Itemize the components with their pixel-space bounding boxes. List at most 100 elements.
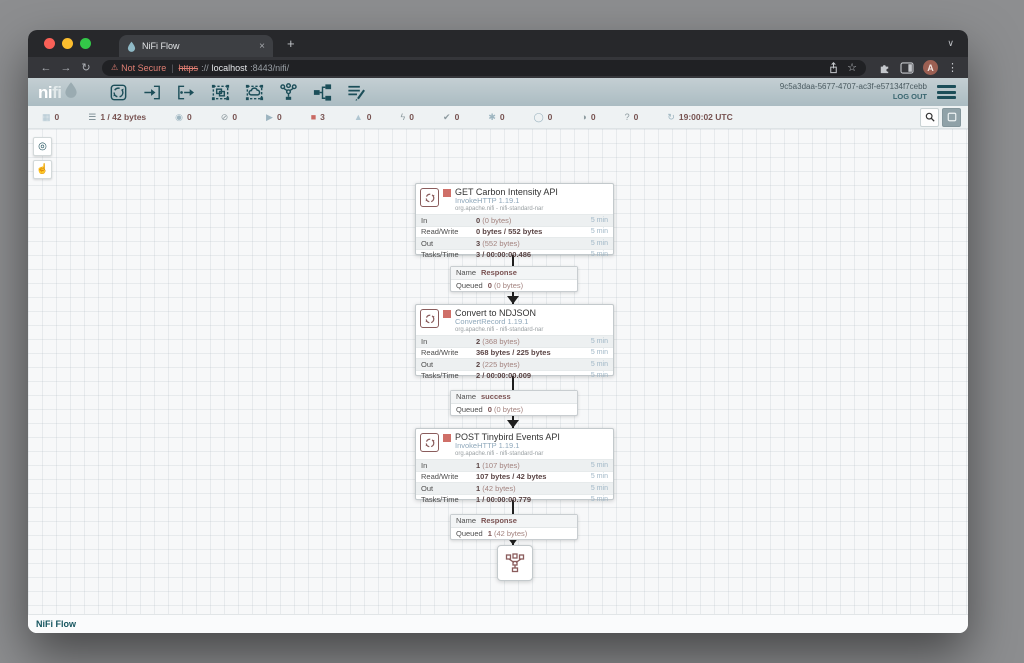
output-port-tool-icon[interactable]	[176, 81, 198, 103]
stat-window: 5 min	[591, 217, 608, 224]
maximize-window-button[interactable]	[80, 38, 91, 49]
desktop: NiFi Flow × + ∨ ← → ↻ ⚠ Not Secure | htt…	[0, 0, 1024, 663]
connection-name: Response	[481, 516, 517, 525]
funnel-icon	[504, 552, 526, 574]
stat-value: 2 / 00:00:00.009	[476, 371, 531, 380]
session-info: 9c5a3daa-5677-4707-ac3f-e57134f7cebb LOG…	[780, 82, 927, 101]
stat-row-read-write: Read/Write0 bytes / 552 bytes5 min	[416, 226, 613, 238]
transmitting-count: 0	[187, 112, 192, 122]
queued-icon: ☰	[88, 113, 96, 122]
transmitting-icon: ◉	[175, 113, 183, 122]
close-window-button[interactable]	[44, 38, 55, 49]
address-bar[interactable]: ⚠ Not Secure | https://localhost:8443/ni…	[102, 60, 866, 76]
processor-bundle: org.apache.nifi - nifi-standard-nar	[455, 327, 609, 334]
minimize-window-button[interactable]	[62, 38, 73, 49]
stale-icon: ◯	[534, 113, 544, 122]
status-locally-modified: ✱0	[488, 112, 504, 122]
url-host: localhost	[212, 63, 248, 73]
connection-name: success	[481, 392, 511, 401]
status-queued: ☰1 / 42 bytes	[88, 112, 146, 122]
arrowhead-icon	[507, 420, 519, 428]
status-active-threads: ▦0	[42, 112, 59, 122]
connection-label-success[interactable]: Namesuccess Queued0 (0 bytes)	[450, 390, 578, 416]
stat-detail: (368 bytes)	[480, 337, 520, 346]
stat-label: Tasks/Time	[421, 371, 476, 380]
stat-row-tasks: Tasks/Time2 / 00:00:00.009 5 min	[416, 370, 613, 382]
process-group-tool-icon[interactable]	[210, 81, 232, 103]
stat-detail: (552 bytes)	[480, 239, 520, 248]
stat-value: 107 bytes / 42 bytes	[476, 472, 546, 481]
processor-get-carbon-intensity-api[interactable]: GET Carbon Intensity API InvokeHTTP 1.19…	[415, 183, 614, 255]
status-transmitting: ◉0	[175, 112, 192, 122]
stat-row-out: Out2 (225 bytes)5 min	[416, 358, 613, 370]
stopped-indicator-icon	[443, 434, 451, 442]
stat-window: 5 min	[591, 496, 608, 503]
global-menu-icon[interactable]	[937, 85, 956, 99]
stat-detail: (42 bytes)	[480, 484, 515, 493]
queued-size: (0 bytes)	[492, 281, 523, 290]
browser-window: NiFi Flow × + ∨ ← → ↻ ⚠ Not Secure | htt…	[28, 30, 968, 633]
tab-search-chevron-icon[interactable]: ∨	[947, 38, 954, 49]
funnel-tool-icon[interactable]	[278, 81, 300, 103]
browser-tab[interactable]: NiFi Flow ×	[119, 35, 273, 57]
connection-label-response-1[interactable]: NameResponse Queued0 (0 bytes)	[450, 266, 578, 292]
refresh-icon[interactable]: ↻	[667, 113, 675, 122]
not-transmitting-count: 0	[232, 112, 237, 122]
connection-queued-key: Queued	[456, 281, 483, 290]
input-port-tool-icon[interactable]	[142, 81, 164, 103]
active-threads-count: 0	[55, 112, 60, 122]
stat-window: 5 min	[591, 228, 608, 235]
panel-icon	[947, 112, 957, 122]
stat-value: 1 / 00:00:00.779	[476, 495, 531, 504]
connection-name-key: Name	[456, 392, 476, 401]
stat-label: In	[421, 337, 476, 346]
bookmark-star-icon[interactable]: ☆	[847, 61, 857, 74]
stat-window: 5 min	[591, 372, 608, 379]
up-to-date-count: 0	[455, 112, 460, 122]
back-button[interactable]: ←	[38, 62, 54, 74]
arrowhead-icon	[507, 296, 519, 304]
status-not-transmitting: ⊘0	[221, 112, 237, 122]
pan-button[interactable]: ☝	[33, 160, 52, 179]
reload-button[interactable]: ↻	[78, 61, 94, 74]
tab-close-icon[interactable]: ×	[259, 41, 265, 52]
share-icon[interactable]	[828, 62, 839, 74]
stat-row-in: In1 (107 bytes)5 min	[416, 459, 613, 471]
flow-canvas[interactable]: ◎ ☝ GET Carbon Intensity API InvokeHTTP …	[28, 129, 968, 614]
processor-type-icon	[420, 309, 439, 328]
logout-link[interactable]: LOG OUT	[780, 92, 927, 101]
stat-row-read-write: Read/Write368 bytes / 225 bytes5 min	[416, 347, 613, 359]
extensions-puzzle-icon[interactable]	[878, 61, 891, 74]
instance-id: 9c5a3daa-5677-4707-ac3f-e57134f7cebb	[780, 82, 927, 92]
processor-tool-icon[interactable]	[108, 81, 130, 103]
profile-avatar[interactable]: A	[923, 60, 938, 75]
refresh-status[interactable]: ↻19:00:02 UTC	[667, 112, 732, 122]
stat-value: 0 bytes / 552 bytes	[476, 227, 542, 236]
search-button[interactable]	[920, 108, 939, 127]
funnel-component[interactable]	[497, 545, 533, 581]
status-stopped: ■3	[311, 112, 325, 122]
browser-menu-icon[interactable]: ⋮	[947, 61, 958, 74]
connection-label-response-2[interactable]: NameResponse Queued1 (42 bytes)	[450, 514, 578, 540]
logo-text-ni: ni	[38, 83, 52, 103]
tab-title: NiFi Flow	[142, 41, 253, 51]
remote-process-group-tool-icon[interactable]	[244, 81, 266, 103]
status-up-to-date: ✔0	[443, 112, 459, 122]
bulletin-panel-button[interactable]	[942, 108, 961, 127]
processor-post-tinybird-events-api[interactable]: POST Tinybird Events API InvokeHTTP 1.19…	[415, 428, 614, 500]
processor-convert-to-ndjson[interactable]: Convert to NDJSON ConvertRecord 1.19.1 o…	[415, 304, 614, 376]
invalid-icon: ▲	[354, 113, 363, 122]
stat-window: 5 min	[591, 240, 608, 247]
birdseye-button[interactable]: ◎	[33, 137, 52, 156]
new-tab-button[interactable]: +	[287, 36, 295, 51]
connection-name-key: Name	[456, 516, 476, 525]
template-tool-icon[interactable]	[312, 81, 334, 103]
label-tool-icon[interactable]	[346, 81, 368, 103]
sync-failure-count: 0	[634, 112, 639, 122]
stat-label: Read/Write	[421, 472, 476, 481]
forward-button[interactable]: →	[58, 62, 74, 74]
stat-window: 5 min	[591, 251, 608, 258]
breadcrumb[interactable]: NiFi Flow	[36, 619, 76, 629]
nifi-favicon-icon	[127, 41, 136, 52]
side-panel-icon[interactable]	[900, 62, 914, 74]
